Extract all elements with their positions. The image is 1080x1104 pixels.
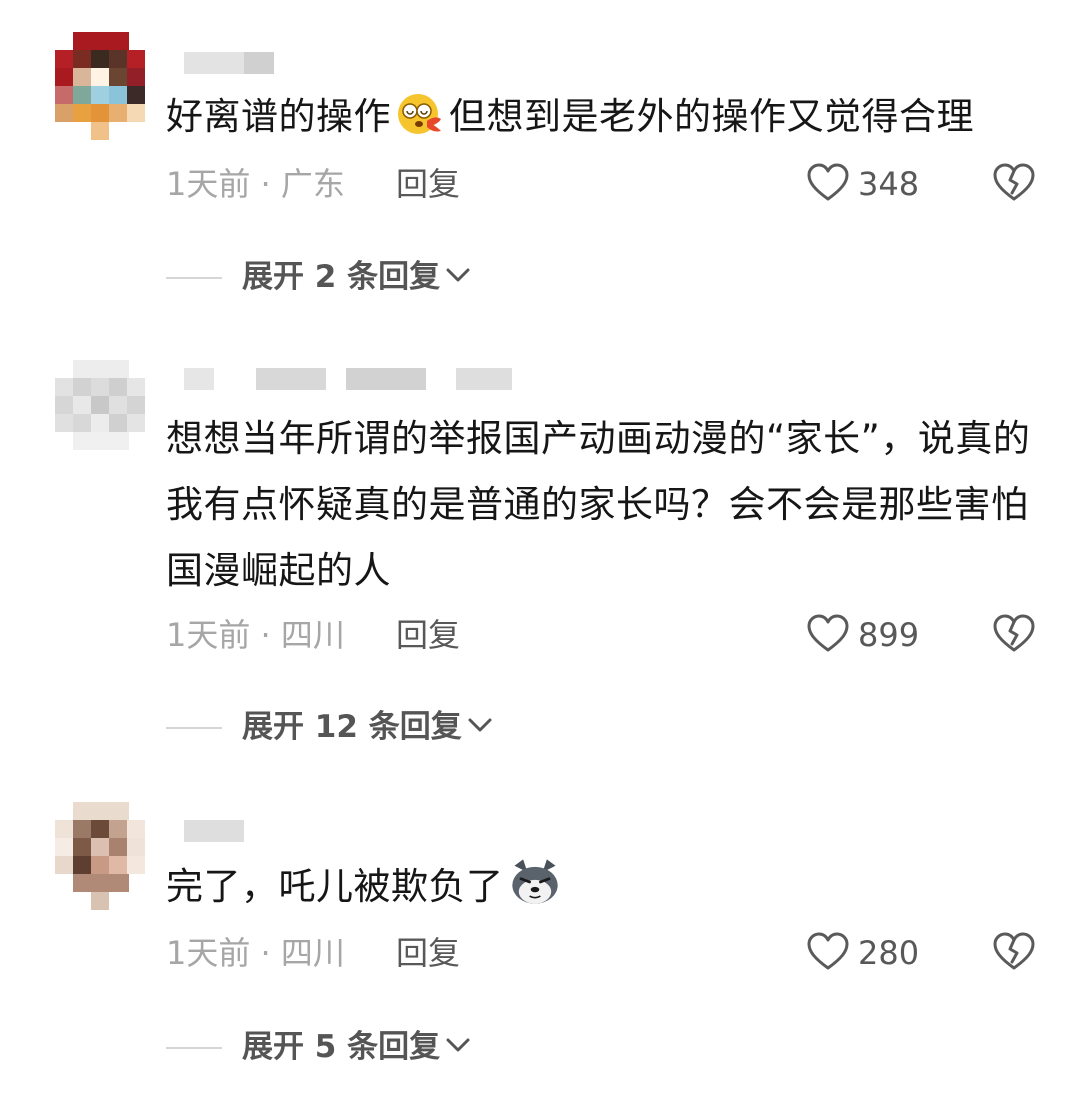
expand-replies-label: 展开 2 条回复 xyxy=(242,252,472,302)
divider xyxy=(166,277,222,279)
heart-icon[interactable] xyxy=(806,614,850,654)
comment-meta: 1天前 · 四川 回复 899 xyxy=(166,610,1036,660)
avatar[interactable] xyxy=(55,360,147,470)
comment-text-part: 好离谱的操作 xyxy=(166,95,391,138)
like-count: 899 xyxy=(858,616,920,654)
expand-replies-button[interactable]: 展开 5 条回复 xyxy=(166,1022,766,1072)
username[interactable] xyxy=(166,820,246,842)
broken-heart-icon[interactable] xyxy=(992,614,1036,654)
expand-replies-button[interactable]: 展开 2 条回复 xyxy=(166,252,766,302)
reply-button[interactable]: 回复 xyxy=(396,928,460,978)
chevron-down-icon xyxy=(446,1038,470,1052)
time-location: 1天前 · 四川 xyxy=(166,616,345,654)
username[interactable] xyxy=(166,368,516,390)
wolf-face-emoji-icon xyxy=(511,859,558,904)
dizzy-face-emoji-icon xyxy=(398,94,441,134)
avatar[interactable] xyxy=(55,32,147,142)
heart-icon[interactable] xyxy=(806,163,850,203)
reply-button[interactable]: 回复 xyxy=(396,610,460,660)
comment-item: 好离谱的操作 但想到是老外的操作又觉得合理 1天前 · 广东 回复 348 展开… xyxy=(0,0,1080,330)
heart-icon[interactable] xyxy=(806,932,850,972)
time-location: 1天前 · 广东 xyxy=(166,165,345,203)
comment-meta: 1天前 · 广东 回复 348 xyxy=(166,159,1036,209)
comment-text: 完了，吒儿被欺负了 xyxy=(166,854,1036,920)
comment-item: 完了，吒儿被欺负了 1天前 · 四川 回复 280 展开 5 条回复 xyxy=(0,780,1080,1104)
expand-replies-label: 展开 12 条回复 xyxy=(242,702,494,752)
time-location: 1天前 · 四川 xyxy=(166,934,345,972)
comment-text: 好离谱的操作 但想到是老外的操作又觉得合理 xyxy=(166,84,1036,150)
comment-text-part: 但想到是老外的操作又觉得合理 xyxy=(449,95,974,138)
comment-text-part: 完了，吒儿被欺负了 xyxy=(166,865,504,908)
comment-item: 想想当年所谓的举报国产动画动漫的“家长”，说真的我有点怀疑真的是普通的家长吗？会… xyxy=(0,330,1080,780)
comment-meta: 1天前 · 四川 回复 280 xyxy=(166,928,1036,978)
chevron-down-icon xyxy=(468,718,492,732)
expand-replies-label: 展开 5 条回复 xyxy=(242,1022,472,1072)
like-count: 348 xyxy=(858,165,920,203)
like-count: 280 xyxy=(858,934,920,972)
expand-replies-button[interactable]: 展开 12 条回复 xyxy=(166,702,766,752)
chevron-down-icon xyxy=(446,268,470,282)
broken-heart-icon[interactable] xyxy=(992,932,1036,972)
divider xyxy=(166,1047,222,1049)
broken-heart-icon[interactable] xyxy=(992,163,1036,203)
avatar[interactable] xyxy=(55,802,147,912)
comment-text: 想想当年所谓的举报国产动画动漫的“家长”，说真的我有点怀疑真的是普通的家长吗？会… xyxy=(166,417,1031,592)
username[interactable] xyxy=(166,52,276,74)
reply-button[interactable]: 回复 xyxy=(396,159,460,209)
divider xyxy=(166,727,222,729)
